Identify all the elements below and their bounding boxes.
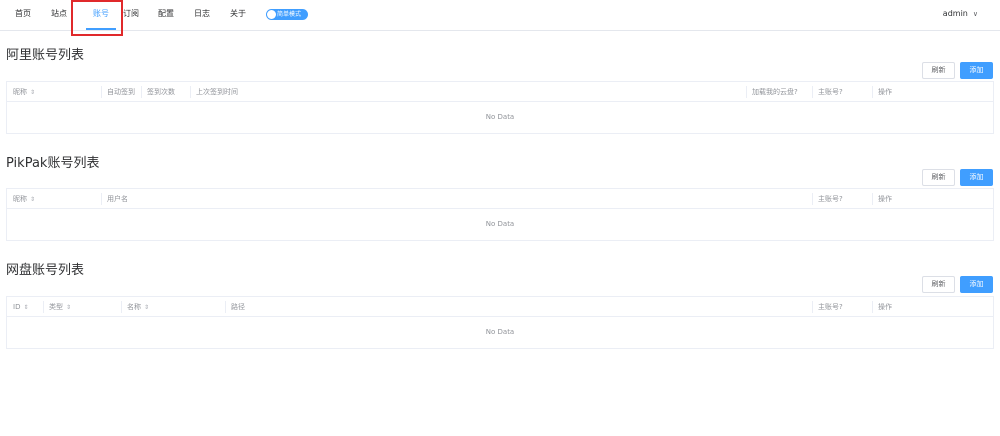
add-button[interactable]: 添加 <box>960 62 993 79</box>
empty-state: No Data <box>485 328 515 336</box>
column-header-nickname[interactable]: 昵称 ⇕ <box>11 189 35 209</box>
drive-account-table: ID ⇕ 类型 ⇕ 名称 ⇕ 路径 主账号? 操作 No Data <box>6 296 994 349</box>
column-header-checkin-count: 签到次数 <box>141 82 175 102</box>
sort-icon[interactable]: ⇕ <box>66 304 71 311</box>
sort-icon[interactable]: ⇕ <box>144 304 149 311</box>
column-header-id[interactable]: ID ⇕ <box>11 297 29 317</box>
column-header-username: 用户名 <box>101 189 128 209</box>
user-name: admin <box>942 9 968 18</box>
column-header-last-checkin: 上次签到时间 <box>190 82 238 102</box>
empty-state: No Data <box>485 220 515 228</box>
column-header-main-account: 主账号? <box>812 297 843 317</box>
empty-state: No Data <box>485 113 515 121</box>
section-title-drive: 网盘账号列表 <box>6 263 85 278</box>
user-menu[interactable]: admin ∨ <box>943 0 978 30</box>
nav-item-logs[interactable]: 日志 <box>187 0 217 30</box>
top-nav: 首页 站点 账号 订阅 配置 日志 关于 简单模式 admin ∨ <box>0 0 1000 31</box>
sort-icon[interactable]: ⇕ <box>23 304 28 311</box>
table-header: 昵称 ⇕ 用户名 主账号? 操作 <box>7 189 993 209</box>
toggle-knob <box>267 10 276 19</box>
column-header-load-drive: 加载我的云盘? <box>746 82 798 102</box>
column-header-main-account: 主账号? <box>812 82 843 102</box>
add-button[interactable]: 添加 <box>960 276 993 293</box>
column-header-actions: 操作 <box>872 82 892 102</box>
refresh-button[interactable]: 刷新 <box>922 276 955 293</box>
simple-mode-label: 简单模式 <box>277 11 302 18</box>
sort-icon[interactable]: ⇕ <box>30 89 35 96</box>
column-header-main-account: 主账号? <box>812 189 843 209</box>
section-title-pikpak: PikPak账号列表 <box>6 156 100 171</box>
column-header-type[interactable]: 类型 ⇕ <box>42 297 71 317</box>
column-header-nickname[interactable]: 昵称 ⇕ <box>11 82 35 102</box>
pikpak-account-table: 昵称 ⇕ 用户名 主账号? 操作 No Data <box>6 188 994 241</box>
nav-item-config[interactable]: 配置 <box>151 0 181 30</box>
nav-item-sites[interactable]: 站点 <box>44 0 74 30</box>
table-header: 昵称 ⇕ 自动签到 签到次数 上次签到时间 加载我的云盘? 主账号? 操作 <box>7 82 993 102</box>
nav-item-home[interactable]: 首页 <box>8 0 38 30</box>
refresh-button[interactable]: 刷新 <box>922 62 955 79</box>
add-button[interactable]: 添加 <box>960 169 993 186</box>
refresh-button[interactable]: 刷新 <box>922 169 955 186</box>
column-header-actions: 操作 <box>872 189 892 209</box>
section-title-aliyun: 阿里账号列表 <box>6 48 85 63</box>
table-header: ID ⇕ 类型 ⇕ 名称 ⇕ 路径 主账号? 操作 <box>7 297 993 317</box>
column-header-path: 路径 <box>225 297 245 317</box>
sort-icon[interactable]: ⇕ <box>30 196 35 203</box>
nav-item-subscriptions[interactable]: 订阅 <box>116 0 146 30</box>
nav-item-about[interactable]: 关于 <box>223 0 253 30</box>
column-header-name[interactable]: 名称 ⇕ <box>120 297 149 317</box>
column-header-actions: 操作 <box>872 297 892 317</box>
chevron-down-icon: ∨ <box>972 10 978 18</box>
simple-mode-toggle[interactable]: 简单模式 <box>266 9 308 20</box>
column-header-auto-checkin: 自动签到 <box>101 82 135 102</box>
aliyun-account-table: 昵称 ⇕ 自动签到 签到次数 上次签到时间 加载我的云盘? 主账号? 操作 No … <box>6 81 994 134</box>
